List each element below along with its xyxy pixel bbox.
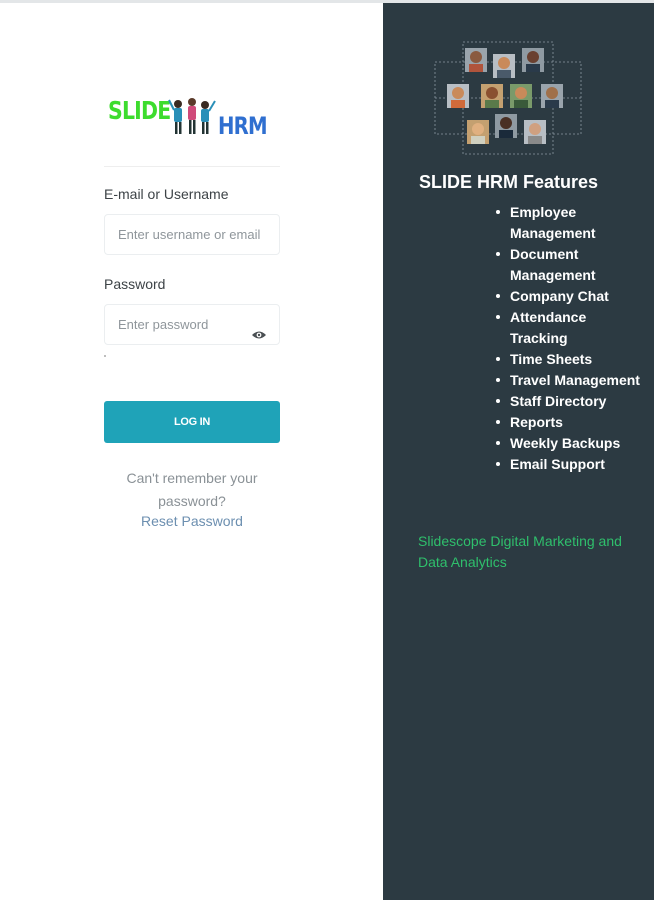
password-field[interactable] — [104, 304, 280, 345]
feature-item: Travel Management — [494, 370, 644, 391]
password-label: Password — [104, 276, 166, 292]
team-avatars-graphic — [434, 41, 582, 155]
slide-hrm-logo: SLIDE HRM — [106, 92, 268, 142]
feature-item: Document Management — [494, 244, 644, 286]
company-name: Slidescope Digital Marketing and Data An… — [418, 533, 622, 570]
login-button[interactable]: LOG IN — [104, 401, 280, 443]
forgot-password-text: Can't remember your password? — [104, 467, 280, 513]
form-dot — [104, 355, 106, 357]
feature-item: Employee Management — [494, 202, 644, 244]
username-input[interactable] — [105, 215, 268, 254]
feature-item: Reports — [494, 412, 644, 433]
logo-word-slide: SLIDE — [108, 96, 171, 125]
username-field[interactable] — [104, 214, 280, 255]
feature-item: Staff Directory — [494, 391, 644, 412]
logo-word-hrm: HRM — [218, 112, 268, 140]
forgot-line-2: password? — [158, 493, 226, 509]
features-title: SLIDE HRM Features — [419, 172, 599, 192]
logo-divider — [104, 166, 280, 167]
feature-item: Email Support — [494, 454, 644, 475]
feature-item: Attendance Tracking — [494, 307, 644, 349]
features-list: Employee Management Document Management … — [494, 202, 644, 475]
feature-item: Weekly Backups — [494, 433, 644, 454]
logo-people-icon — [168, 98, 216, 134]
forgot-line-1: Can't remember your — [126, 470, 258, 486]
feature-item: Time Sheets — [494, 349, 644, 370]
password-input[interactable] — [105, 305, 268, 344]
feature-item: Company Chat — [494, 286, 644, 307]
reset-password-link[interactable]: Reset Password — [104, 513, 280, 529]
username-label: E-mail or Username — [104, 186, 229, 202]
eye-icon[interactable] — [251, 330, 267, 340]
